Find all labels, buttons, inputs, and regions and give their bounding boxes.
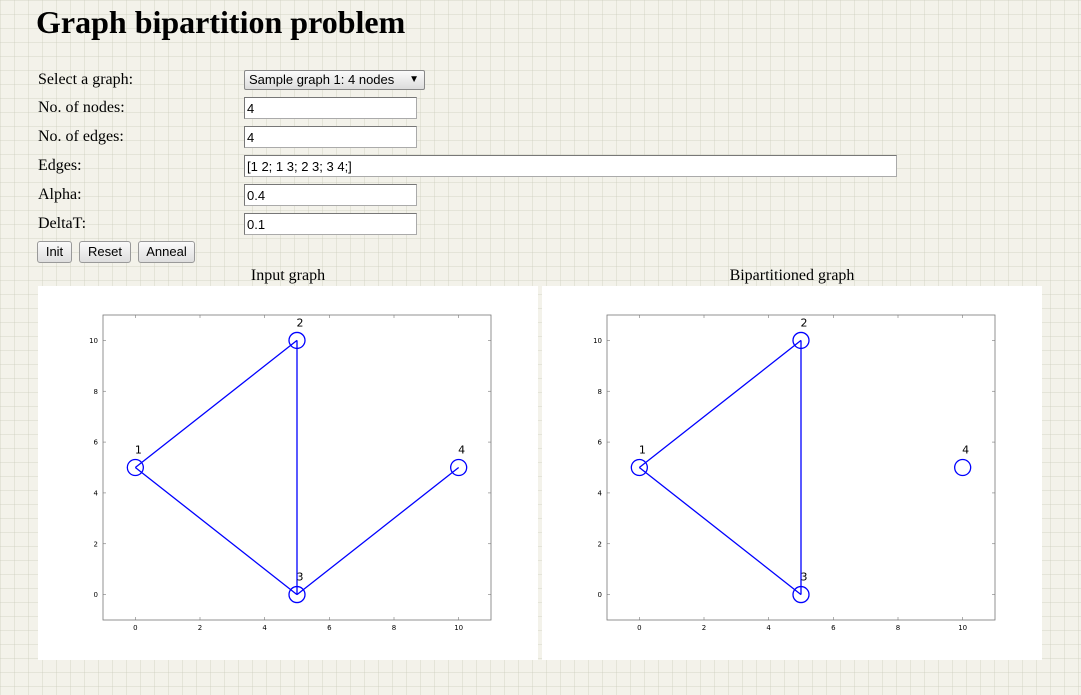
node-label: 3: [801, 571, 808, 584]
y-tick-label: 10: [89, 337, 98, 345]
y-tick-label: 2: [94, 540, 98, 548]
y-tick-label: 8: [598, 388, 602, 396]
graph-select-value: Sample graph 1: 4 nodes: [249, 72, 395, 87]
node-label: 1: [639, 444, 646, 457]
node-label: 2: [297, 316, 304, 329]
graph-edge: [134, 466, 298, 596]
deltat-input[interactable]: [244, 213, 417, 235]
y-tick-label: 8: [94, 388, 98, 396]
nodes-label: No. of nodes:: [38, 99, 125, 116]
init-button[interactable]: Init: [37, 241, 72, 263]
y-tick-label: 2: [598, 540, 602, 548]
alpha-input[interactable]: [244, 184, 417, 206]
y-tick-label: 4: [94, 489, 99, 497]
y-tick-label: 0: [94, 591, 98, 599]
y-tick-label: 6: [94, 439, 99, 447]
y-tick-label: 4: [598, 489, 603, 497]
node-label: 2: [801, 316, 808, 329]
x-tick-label: 10: [454, 624, 463, 632]
graph-node: [630, 458, 648, 477]
dropdown-arrow-icon: ▼: [409, 74, 419, 85]
x-tick-label: 2: [702, 624, 706, 632]
y-tick-label: 10: [593, 337, 602, 345]
graph-node: [954, 458, 972, 477]
reset-button[interactable]: Reset: [79, 241, 131, 263]
y-tick-label: 0: [598, 591, 602, 599]
graph-edge: [638, 466, 802, 596]
node-label: 3: [297, 571, 304, 584]
x-tick-label: 6: [327, 624, 332, 632]
graph-select[interactable]: Sample graph 1: 4 nodes ▼: [244, 70, 425, 90]
alpha-label: Alpha:: [38, 186, 82, 203]
node-label: 4: [458, 444, 465, 457]
x-tick-label: 8: [896, 624, 900, 632]
page-title: Graph bipartition problem: [36, 4, 406, 40]
edges-count-input[interactable]: [244, 126, 417, 148]
deltat-label: DeltaT:: [38, 215, 87, 232]
graph-edge: [296, 466, 460, 596]
bipartitioned-graph-title: Bipartitioned graph: [729, 267, 855, 284]
y-tick-label: 6: [598, 439, 603, 447]
graph-edge: [134, 339, 298, 469]
edges-count-label: No. of edges:: [38, 128, 124, 145]
x-tick-label: 6: [831, 624, 836, 632]
input-graph-plot: 0 2 4 6 8 1002468101234: [89, 314, 492, 632]
x-tick-label: 8: [392, 624, 396, 632]
x-tick-label: 0: [133, 624, 137, 632]
bipartitioned-graph-plot: 0 2 4 6 8 1002468101234: [593, 314, 996, 632]
edges-input[interactable]: [244, 155, 897, 177]
x-tick-label: 2: [198, 624, 202, 632]
edges-label: Edges:: [38, 157, 82, 174]
bipartitioned-graph-panel: 0 2 4 6 8 10 0 2 4 6 8 10 1 2 3 4: [542, 286, 1042, 660]
anneal-button[interactable]: Anneal: [138, 241, 195, 263]
input-graph-panel: 0 2 4 6 8 10 0 2 4 6 8 10 1 2 3 4: [38, 286, 538, 660]
node-label: 1: [135, 444, 142, 457]
x-tick-label: 10: [958, 624, 967, 632]
select-graph-label: Select a graph:: [38, 71, 134, 88]
x-tick-label: 4: [262, 624, 267, 632]
node-label: 4: [962, 444, 969, 457]
nodes-input[interactable]: [244, 97, 417, 119]
x-tick-label: 0: [637, 624, 641, 632]
x-tick-label: 4: [766, 624, 771, 632]
input-graph-title: Input graph: [250, 267, 326, 284]
graph-edge: [638, 339, 802, 469]
